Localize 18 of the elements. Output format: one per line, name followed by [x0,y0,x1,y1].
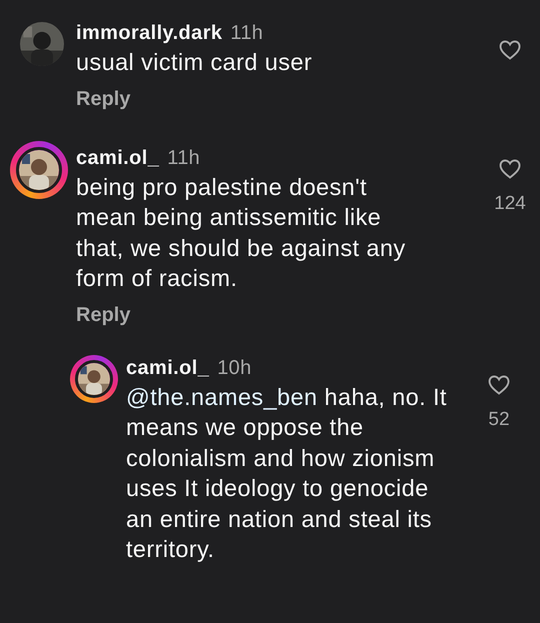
timestamp: 11h [167,146,200,170]
like-count: 52 [488,408,510,430]
comment-text: being pro palestine doesn't mean being antissemitic like that, we should be against any form of racism. [76,172,406,293]
timestamp: 11h [230,22,264,45]
comment-text: @the.names_ben haha, no. It means we oppose the colonialism and how zionism uses It ideology to genocide an entire nation and steal its territory. [126,382,448,564]
username[interactable]: cami.ol_ [126,356,210,380]
comment-text: usual victim card user [76,48,314,77]
heart-icon[interactable] [498,156,522,180]
heart-icon[interactable] [498,38,522,62]
like-count: 124 [494,192,526,214]
mention-link[interactable]: @the.names_ben [126,384,318,410]
heart-icon[interactable] [487,372,511,396]
username[interactable]: immorally.dark [76,22,222,45]
timestamp: 10h [217,356,252,380]
story-ring[interactable] [70,354,118,402]
reply-button[interactable]: Reply [76,88,130,110]
username[interactable]: cami.ol_ [76,146,160,170]
reply-button[interactable]: Reply [76,304,130,326]
